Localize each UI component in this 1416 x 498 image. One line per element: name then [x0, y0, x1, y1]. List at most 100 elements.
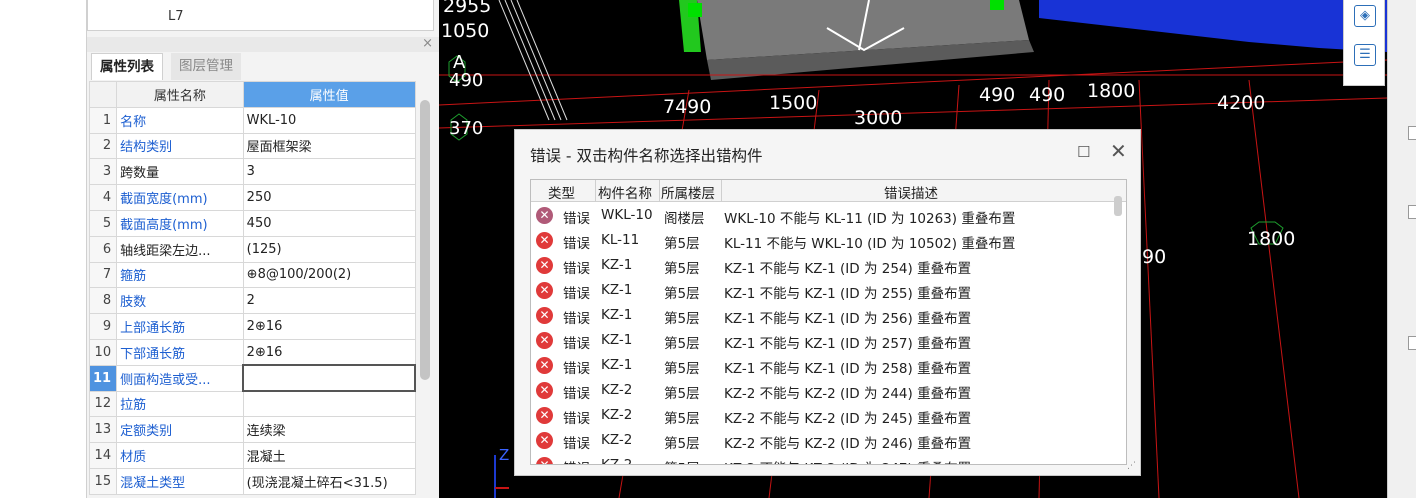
property-row[interactable]: 9 上部通长筋 2⊕16	[88, 313, 416, 340]
property-value[interactable]: ⊕8@100/200(2)	[242, 261, 416, 289]
property-value[interactable]: 2⊕16	[242, 338, 416, 366]
property-row[interactable]: 10 下部通长筋 2⊕16	[88, 338, 416, 366]
column-header-type[interactable]: 类型	[548, 182, 575, 202]
property-row[interactable]: 14 材质 混凝土	[88, 442, 416, 469]
error-row[interactable]: ✕ 错误 KZ-2 第5层 KZ-2 不能与 KZ-2 (ID 为 246) 重叠布置	[531, 428, 1111, 453]
component-name[interactable]: KZ-1	[601, 307, 632, 323]
error-icon: ✕	[536, 307, 553, 324]
property-name[interactable]: 定额类别	[116, 416, 244, 444]
maximize-icon[interactable]: ☐	[1077, 143, 1090, 161]
property-value[interactable]	[242, 364, 416, 393]
property-row[interactable]: 4 截面宽度(mm) 250	[88, 184, 416, 211]
property-name[interactable]: 肢数	[116, 287, 244, 315]
property-row[interactable]: 11 侧面构造或受...	[88, 364, 416, 393]
component-name[interactable]: KZ-2	[601, 457, 632, 464]
grip-point[interactable]	[688, 3, 702, 17]
column-header-value[interactable]: 属性值	[242, 81, 416, 108]
component-name[interactable]: KZ-1	[601, 357, 632, 373]
property-name[interactable]: 侧面构造或受...	[116, 364, 244, 392]
property-row[interactable]: 1 名称 WKL-10	[88, 106, 416, 134]
collapse-icon[interactable]	[1408, 126, 1416, 140]
column-header-name[interactable]: 属性名称	[116, 81, 244, 108]
component-name[interactable]: KZ-2	[601, 382, 632, 398]
component-name[interactable]: WKL-10	[601, 207, 653, 223]
error-icon: ✕	[536, 407, 553, 424]
property-name[interactable]: 轴线距梁左边...	[116, 235, 244, 263]
error-row[interactable]: ✕ 错误 WKL-10 阁楼层 WKL-10 不能与 KL-11 (ID 为 10263…	[531, 203, 1111, 228]
property-row[interactable]: 2 结构类别 屋面框架梁	[88, 132, 416, 160]
component-name[interactable]: KZ-2	[601, 407, 632, 423]
error-row[interactable]: ✕ 错误 KZ-2 第5层 KZ-2 不能与 KZ-2 (ID 为 245) 重叠布置	[531, 403, 1111, 428]
floor-name: 第5层	[664, 236, 700, 252]
error-row[interactable]: ✕ 错误 KZ-1 第5层 KZ-1 不能与 KZ-1 (ID 为 258) 重叠布置	[531, 353, 1111, 378]
blue-slab	[1039, 0, 1387, 52]
error-row[interactable]: ✕ 错误 KZ-1 第5层 KZ-1 不能与 KZ-1 (ID 为 255) 重叠布置	[531, 278, 1111, 303]
dimension-label: 1500	[769, 92, 818, 114]
component-name[interactable]: KZ-1	[601, 332, 632, 348]
property-row[interactable]: 3 跨数量 3	[88, 158, 416, 186]
error-row[interactable]: ✕ 错误 KZ-2 第5层 KZ-2 不能与 KZ-2 (ID 为 247) 重叠布置	[531, 453, 1111, 464]
property-value[interactable]: 250	[242, 184, 416, 211]
property-value[interactable]: 3	[242, 158, 416, 186]
error-icon: ✕	[536, 232, 553, 249]
floor-name: 第5层	[664, 361, 700, 377]
property-row[interactable]: 7 箍筋 ⊕8@100/200(2)	[88, 261, 416, 289]
column-header-name[interactable]: 构件名称	[598, 182, 652, 202]
property-name[interactable]: 箍筋	[116, 261, 244, 289]
property-row[interactable]: 15 混凝土类型 (现浇混凝土碎石<31.5)	[88, 467, 416, 495]
error-list[interactable]: 类型 构件名称 所属楼层 错误描述 ✕ 错误 WKL-10 阁楼层 WKL-10 不能与…	[530, 179, 1127, 465]
property-name[interactable]: 名称	[116, 106, 244, 134]
property-row[interactable]: 5 截面高度(mm) 450	[88, 209, 416, 237]
property-value[interactable]: 连续梁	[242, 416, 416, 444]
property-value[interactable]: 450	[242, 209, 416, 237]
property-name[interactable]: 截面高度(mm)	[116, 209, 244, 237]
error-row[interactable]: ✕ 错误 KZ-1 第5层 KZ-1 不能与 KZ-1 (ID 为 257) 重叠布置	[531, 328, 1111, 353]
component-name[interactable]: KL-11	[601, 232, 639, 248]
grip-point[interactable]	[990, 0, 1004, 10]
column-header-description[interactable]: 错误描述	[884, 182, 938, 202]
property-row[interactable]: 12 拉筋	[88, 390, 416, 418]
property-value[interactable]: (125)	[242, 235, 416, 263]
property-row[interactable]: 13 定额类别 连续梁	[88, 416, 416, 444]
property-name[interactable]: 下部通长筋	[116, 338, 244, 366]
property-value[interactable]	[242, 390, 416, 418]
list-view-icon[interactable]: ☰	[1354, 44, 1376, 66]
error-list-scrollbar[interactable]	[1114, 196, 1122, 216]
property-value[interactable]: (现浇混凝土碎石<31.5)	[242, 467, 416, 495]
property-name[interactable]: 材质	[116, 442, 244, 469]
floor-name: 第5层	[664, 436, 700, 452]
property-name[interactable]: 结构类别	[116, 132, 244, 160]
property-name[interactable]: 混凝土类型	[116, 467, 244, 495]
row-number: 5	[88, 209, 118, 237]
error-row[interactable]: ✕ 错误 KZ-2 第5层 KZ-2 不能与 KZ-2 (ID 为 244) 重叠布置	[531, 378, 1111, 403]
close-icon[interactable]: ✕	[1110, 141, 1127, 161]
tab-property-list[interactable]: 属性列表	[91, 53, 163, 80]
property-row[interactable]: 6 轴线距梁左边... (125)	[88, 235, 416, 263]
tab-layer-management[interactable]: 图层管理	[171, 53, 241, 80]
property-name[interactable]: 截面宽度(mm)	[116, 184, 244, 211]
property-value[interactable]: 2	[242, 287, 416, 315]
property-scrollbar[interactable]	[420, 100, 430, 380]
error-description: KZ-1 不能与 KZ-1 (ID 为 256) 重叠布置	[724, 311, 972, 327]
property-row[interactable]: 8 肢数 2	[88, 287, 416, 315]
close-icon[interactable]: ×	[422, 36, 433, 51]
property-value[interactable]: 屋面框架梁	[242, 132, 416, 160]
component-name[interactable]: KZ-1	[601, 282, 632, 298]
column-header-floor[interactable]: 所属楼层	[661, 182, 715, 202]
property-name[interactable]: 拉筋	[116, 390, 244, 418]
property-name[interactable]: 上部通长筋	[116, 313, 244, 340]
property-value[interactable]: WKL-10	[242, 106, 416, 134]
property-value[interactable]: 2⊕16	[242, 313, 416, 340]
resize-grip[interactable]: ⋰	[1127, 461, 1136, 471]
collapse-icon[interactable]	[1408, 205, 1416, 219]
error-row[interactable]: ✕ 错误 KZ-1 第5层 KZ-1 不能与 KZ-1 (ID 为 254) 重叠布置	[531, 253, 1111, 278]
collapse-icon[interactable]	[1408, 336, 1416, 350]
property-name[interactable]: 跨数量	[116, 158, 244, 186]
component-name[interactable]: KZ-2	[601, 432, 632, 448]
error-row[interactable]: ✕ 错误 KZ-1 第5层 KZ-1 不能与 KZ-1 (ID 为 256) 重叠布置	[531, 303, 1111, 328]
drawing-list-item[interactable]: L7	[168, 9, 184, 24]
component-name[interactable]: KZ-1	[601, 257, 632, 273]
view-cube-icon[interactable]: ◈	[1354, 5, 1376, 27]
property-value[interactable]: 混凝土	[242, 442, 416, 469]
error-row[interactable]: ✕ 错误 KL-11 第5层 KL-11 不能与 WKL-10 (ID 为 10502)…	[531, 228, 1111, 253]
